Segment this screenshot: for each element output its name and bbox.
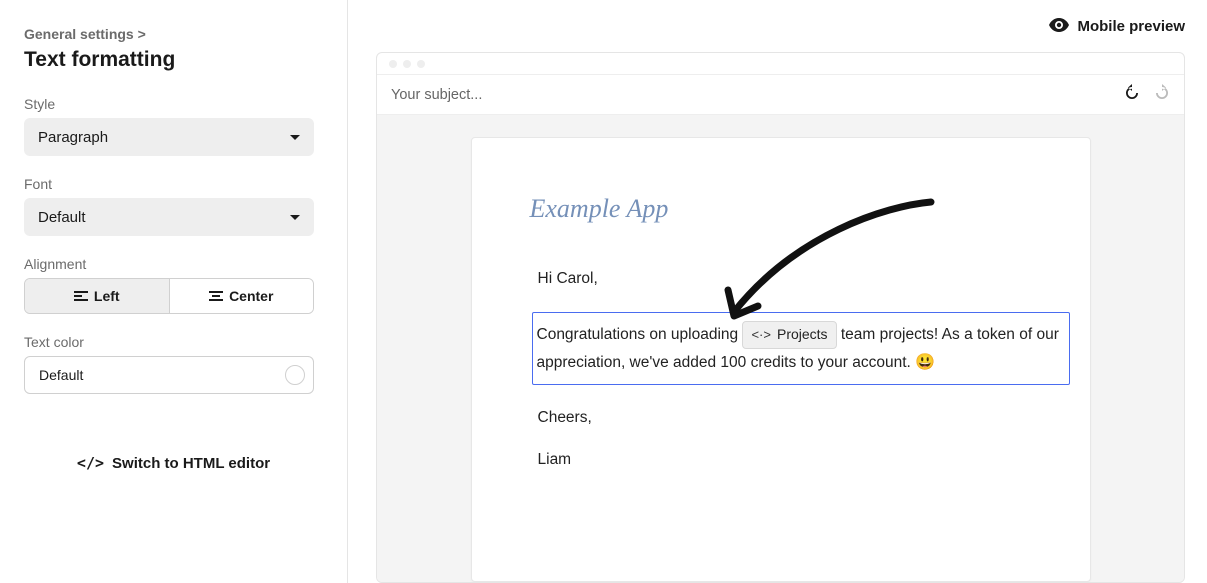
window-dot-icon — [389, 60, 397, 68]
text-color-label: Text color — [24, 334, 323, 350]
redo-icon — [1154, 84, 1170, 100]
page-title: Text formatting — [24, 48, 323, 72]
workspace: Mobile preview Your subject... — [348, 0, 1207, 583]
mobile-preview-label: Mobile preview — [1077, 18, 1185, 35]
text-color-select[interactable]: Default — [24, 356, 314, 394]
font-field: Font Default — [24, 176, 323, 236]
style-select[interactable]: Paragraph — [24, 118, 314, 156]
alignment-field: Alignment Left Center — [24, 256, 323, 314]
mobile-preview-button[interactable]: Mobile preview — [1049, 16, 1185, 37]
emoji-icon: 😃 — [915, 354, 935, 371]
breadcrumb[interactable]: General settings > — [24, 26, 323, 42]
window-dots — [377, 53, 1184, 75]
font-select[interactable]: Default — [24, 198, 314, 236]
style-label: Style — [24, 96, 323, 112]
email-signoff[interactable]: Cheers, — [538, 409, 1040, 427]
subject-input[interactable]: Your subject... — [391, 87, 482, 103]
align-left-icon — [74, 291, 88, 301]
text-color-field: Text color Default — [24, 334, 323, 394]
font-label: Font — [24, 176, 323, 192]
alignment-group: Left Center — [24, 278, 314, 314]
switch-html-editor-label: Switch to HTML editor — [112, 455, 270, 472]
text-color-value: Default — [39, 367, 83, 383]
window-dot-icon — [403, 60, 411, 68]
subject-bar: Your subject... — [377, 75, 1184, 115]
undo-icon — [1124, 84, 1140, 100]
align-center-icon — [209, 291, 223, 301]
align-left-label: Left — [94, 288, 120, 304]
email-greeting[interactable]: Hi Carol, — [538, 270, 1040, 288]
variable-icon: <·> — [751, 324, 771, 346]
canvas[interactable]: Example App Hi Carol, Congratulations on… — [377, 115, 1184, 582]
preview-window: Your subject... Example App Hi Carol, Co… — [376, 52, 1185, 583]
subject-actions — [1124, 84, 1170, 105]
color-swatch-icon — [285, 365, 305, 385]
variable-chip-label: Projects — [777, 323, 828, 347]
align-center-button[interactable]: Center — [169, 279, 314, 313]
canvas-wrap: Your subject... Example App Hi Carol, Co… — [348, 52, 1207, 583]
email-sender[interactable]: Liam — [538, 451, 1040, 469]
eye-icon — [1049, 16, 1069, 37]
chevron-down-icon — [290, 215, 300, 220]
code-icon: </> — [77, 454, 104, 472]
app-logo: Example App — [530, 194, 1040, 224]
email-card[interactable]: Example App Hi Carol, Congratulations on… — [471, 137, 1091, 582]
style-value: Paragraph — [38, 129, 108, 146]
variable-chip[interactable]: <·> Projects — [742, 321, 836, 349]
undo-button[interactable] — [1124, 84, 1140, 105]
font-value: Default — [38, 209, 86, 226]
align-left-button[interactable]: Left — [25, 279, 169, 313]
align-center-label: Center — [229, 288, 273, 304]
email-body-pre: Congratulations on uploading — [537, 326, 743, 343]
email-body-selected[interactable]: Congratulations on uploading <·> Project… — [532, 312, 1070, 385]
settings-sidebar: General settings > Text formatting Style… — [0, 0, 348, 583]
redo-button[interactable] — [1154, 84, 1170, 105]
style-field: Style Paragraph — [24, 96, 323, 156]
alignment-label: Alignment — [24, 256, 323, 272]
switch-html-editor-button[interactable]: </> Switch to HTML editor — [24, 454, 323, 472]
window-dot-icon — [417, 60, 425, 68]
top-bar: Mobile preview — [348, 0, 1207, 52]
chevron-down-icon — [290, 135, 300, 140]
